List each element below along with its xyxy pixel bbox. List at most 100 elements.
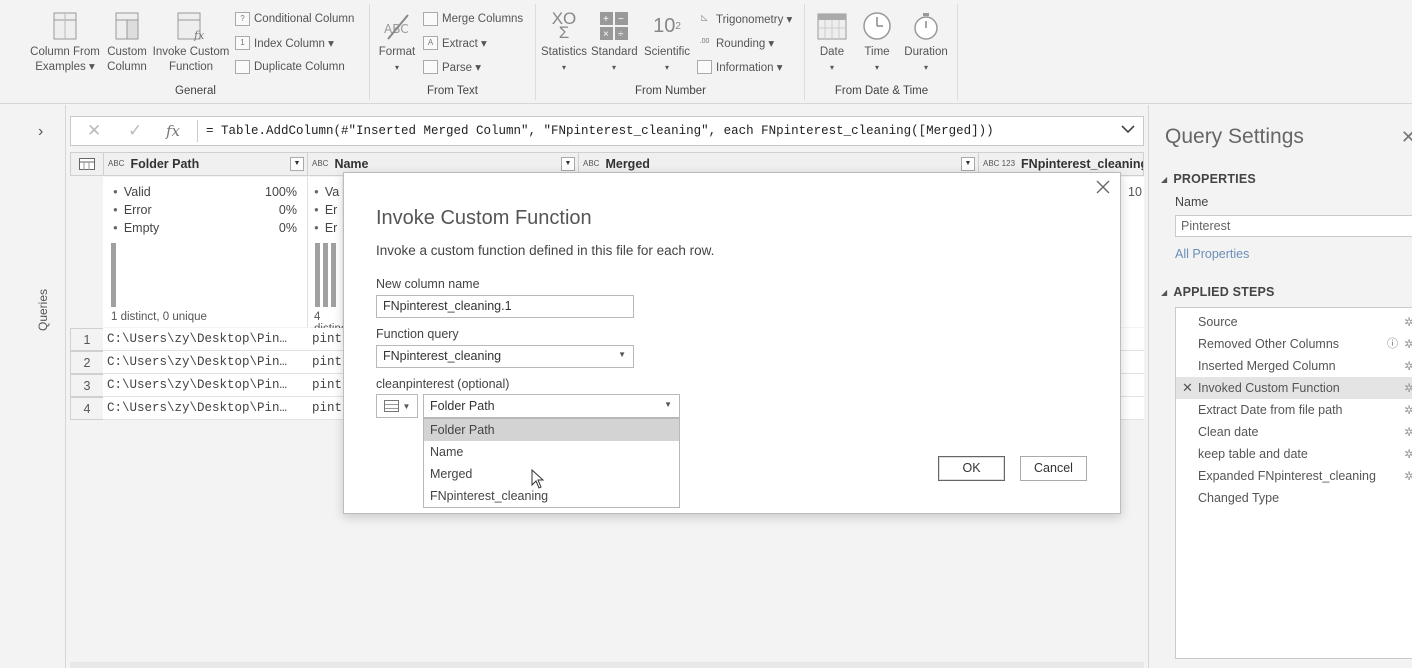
fx-icon[interactable]: fx xyxy=(166,122,180,140)
column-from-examples-button[interactable]: Column From Examples ▾ xyxy=(28,10,102,75)
table-cell-name[interactable]: pint xyxy=(308,328,344,351)
parse-button[interactable]: Parse ▾ xyxy=(423,60,481,74)
distribution-bar[interactable] xyxy=(111,243,116,307)
table-cell-fnpinterest[interactable] xyxy=(1120,351,1144,374)
ok-button[interactable]: OK xyxy=(938,456,1005,481)
parameter-column-select[interactable]: Folder Path ▼ xyxy=(423,394,680,418)
invoke-custom-function-button[interactable]: fx Invoke Custom Function xyxy=(150,10,232,75)
table-cell-folder-path[interactable]: C:\Users\zy\Desktop\Pin… xyxy=(103,351,308,374)
table-cell-fnpinterest[interactable] xyxy=(1120,397,1144,420)
text-type-icon[interactable]: ABC xyxy=(312,160,328,168)
gear-icon[interactable]: ✲ xyxy=(1404,333,1412,355)
gear-icon[interactable]: ✲ xyxy=(1404,377,1412,399)
distribution-bar[interactable] xyxy=(331,243,336,307)
index-column-label: Index Column ▾ xyxy=(254,38,334,50)
filter-dropdown-icon[interactable]: ▼ xyxy=(961,157,975,171)
applied-step-item[interactable]: Extract Date from file path ✲ xyxy=(1176,399,1412,421)
duration-dropdown-icon: ▾ xyxy=(923,63,928,72)
table-menu-icon[interactable] xyxy=(70,152,104,176)
applied-step-item[interactable]: Expanded FNpinterest_cleaning ✲ xyxy=(1176,465,1412,487)
table-cell-fnpinterest[interactable] xyxy=(1120,374,1144,397)
extract-button[interactable]: A Extract ▾ xyxy=(423,36,487,50)
expand-queries-chevron-icon[interactable]: › xyxy=(38,123,43,141)
table-cell-name[interactable]: pint xyxy=(308,351,344,374)
index-column-button[interactable]: 1 Index Column ▾ xyxy=(235,36,334,50)
information-button[interactable]: Information ▾ xyxy=(697,60,783,74)
text-type-icon[interactable]: ABC xyxy=(583,160,599,168)
applied-step-item[interactable]: keep table and date ✲ xyxy=(1176,443,1412,465)
row-number[interactable]: 4 xyxy=(70,397,104,420)
applied-step-item[interactable]: Changed Type xyxy=(1176,487,1412,509)
ribbon-group-general: Column From Examples ▾ Custom Column fx … xyxy=(22,4,370,100)
table-cell-name[interactable]: pint xyxy=(308,374,344,397)
info-icon[interactable]: ⓘ xyxy=(1387,333,1398,355)
standard-button[interactable]: + − × ÷ Standard ▾ xyxy=(591,10,638,75)
expand-formula-chevron-icon[interactable] xyxy=(1121,122,1135,137)
any-type-icon[interactable]: ABC 123 xyxy=(983,160,1015,168)
row-number[interactable]: 2 xyxy=(70,351,104,374)
applied-step-item[interactable]: Source ✲ xyxy=(1176,311,1412,333)
distribution-bar[interactable] xyxy=(315,243,320,307)
applied-step-item[interactable]: Clean date ✲ xyxy=(1176,421,1412,443)
date-button[interactable]: Date ▾ xyxy=(810,10,854,75)
filter-dropdown-icon[interactable]: ▼ xyxy=(290,157,304,171)
applied-step-item-selected[interactable]: ✕ Invoked Custom Function ✲ xyxy=(1176,377,1412,399)
dropdown-option-name[interactable]: Name xyxy=(424,441,679,463)
formula-text[interactable]: = Table.AddColumn(#"Inserted Merged Colu… xyxy=(206,124,994,138)
dropdown-option-fnpinterest-cleaning[interactable]: FNpinterest_cleaning xyxy=(424,485,679,507)
duplicate-column-button[interactable]: Duplicate Column xyxy=(235,60,345,74)
ribbon: Column From Examples ▾ Custom Column fx … xyxy=(0,0,1412,104)
custom-column-button[interactable]: Custom Column xyxy=(104,10,150,75)
all-properties-link[interactable]: All Properties xyxy=(1175,247,1249,261)
merge-columns-button[interactable]: Merge Columns xyxy=(423,12,523,26)
parameter-type-button[interactable]: ▼ xyxy=(376,394,418,418)
table-cell-folder-path[interactable]: C:\Users\zy\Desktop\Pin… xyxy=(103,397,308,420)
gear-icon[interactable]: ✲ xyxy=(1404,399,1412,421)
duration-button[interactable]: Duration ▾ xyxy=(900,10,952,75)
table-cell-folder-path[interactable]: C:\Users\zy\Desktop\Pin… xyxy=(103,328,308,351)
statistics-button[interactable]: XO Σ Statistics ▾ xyxy=(539,10,589,75)
rounding-button[interactable]: .00 Rounding ▾ xyxy=(697,36,775,50)
applied-step-item[interactable]: Inserted Merged Column ✲ xyxy=(1176,355,1412,377)
filter-dropdown-icon[interactable]: ▼ xyxy=(561,157,575,171)
horizontal-scrollbar[interactable] xyxy=(70,662,1144,668)
gear-icon[interactable]: ✲ xyxy=(1404,311,1412,333)
row-number[interactable]: 3 xyxy=(70,374,104,397)
delete-step-icon[interactable]: ✕ xyxy=(1182,377,1193,399)
format-button[interactable]: ABC Format ▾ xyxy=(374,10,420,75)
gear-icon[interactable]: ✲ xyxy=(1404,421,1412,443)
profile-valid-value: 100% xyxy=(265,185,297,199)
cancel-formula-icon[interactable]: ✕ xyxy=(87,121,101,141)
row-number[interactable]: 1 xyxy=(70,328,104,351)
table-cell-name[interactable]: pint xyxy=(308,397,344,420)
column-header-folder-path[interactable]: ABC Folder Path ▼ xyxy=(103,152,308,176)
function-query-select[interactable]: FNpinterest_cleaning ▼ xyxy=(376,345,634,368)
new-column-name-input[interactable]: FNpinterest_cleaning.1 xyxy=(376,295,634,318)
formula-separator xyxy=(197,120,198,142)
table-cell-fnpinterest[interactable] xyxy=(1120,328,1144,351)
close-icon[interactable] xyxy=(1096,177,1110,200)
dropdown-option-merged[interactable]: Merged xyxy=(424,463,679,485)
dropdown-option-folder-path[interactable]: Folder Path xyxy=(424,419,679,441)
time-button[interactable]: Time ▾ xyxy=(856,10,898,75)
queries-pane-label[interactable]: Queries xyxy=(36,289,50,331)
applied-step-label: Expanded FNpinterest_cleaning xyxy=(1198,469,1376,483)
profile-empty-label: Empty xyxy=(113,221,159,235)
applied-steps-section-header[interactable]: APPLIED STEPS xyxy=(1161,285,1275,299)
gear-icon[interactable]: ✲ xyxy=(1404,465,1412,487)
applied-step-item[interactable]: Removed Other Columns ⓘ ✲ xyxy=(1176,333,1412,355)
scientific-button[interactable]: 10 2 Scientific ▾ xyxy=(641,10,693,75)
gear-icon[interactable]: ✲ xyxy=(1404,355,1412,377)
gear-icon[interactable]: ✲ xyxy=(1404,443,1412,465)
query-name-input[interactable]: Pinterest xyxy=(1175,215,1412,237)
column-from-examples-label-2: Examples ▾ xyxy=(35,61,95,73)
conditional-column-button[interactable]: ? Conditional Column xyxy=(235,12,354,26)
table-cell-folder-path[interactable]: C:\Users\zy\Desktop\Pin… xyxy=(103,374,308,397)
confirm-formula-icon[interactable]: ✓ xyxy=(128,121,142,141)
close-icon[interactable]: ✕ xyxy=(1401,127,1412,148)
properties-section-header[interactable]: PROPERTIES xyxy=(1161,172,1256,186)
distribution-bar[interactable] xyxy=(323,243,328,307)
trigonometry-button[interactable]: ◺ Trigonometry ▾ xyxy=(697,12,792,26)
text-type-icon[interactable]: ABC xyxy=(108,160,124,168)
cancel-button[interactable]: Cancel xyxy=(1020,456,1087,481)
